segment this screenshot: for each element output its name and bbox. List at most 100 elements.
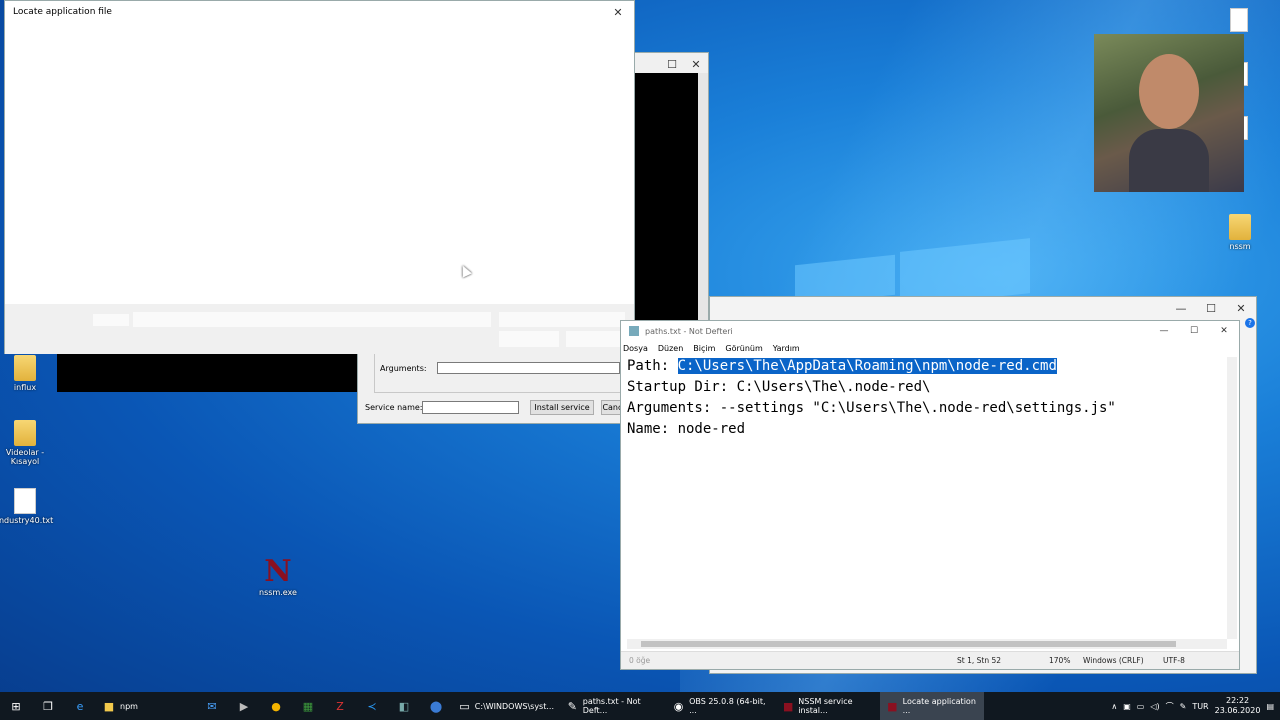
- chrome-icon: ●: [271, 699, 281, 713]
- chrome-button[interactable]: ●: [260, 692, 292, 720]
- notepad-text-area[interactable]: Path: C:\Users\The\AppData\Roaming\npm\n…: [627, 356, 1227, 636]
- console-body: [635, 73, 698, 323]
- app-icon: ◧: [398, 699, 410, 713]
- menu-help[interactable]: Yardım: [773, 344, 800, 353]
- nssm-icon: ■: [887, 699, 898, 713]
- maximize-icon[interactable]: ☐: [1179, 321, 1209, 341]
- task-view-button[interactable]: ❐: [32, 692, 64, 720]
- wallpaper-windows-logo: [795, 238, 1030, 307]
- windows-start-icon: ⊞: [11, 699, 21, 713]
- filename-label-placeholder: [93, 314, 129, 326]
- help-icon[interactable]: ?: [1245, 318, 1255, 328]
- media-icon: ▶: [239, 699, 249, 713]
- arguments-label: Arguments:: [380, 364, 427, 373]
- maximize-icon[interactable]: ☐: [1196, 297, 1226, 319]
- taskbar-item-nssm[interactable]: ■ NSSM service instal...: [776, 692, 880, 720]
- menu-format[interactable]: Biçim: [693, 344, 715, 353]
- spreadsheet-button[interactable]: ▦: [292, 692, 324, 720]
- horizontal-scrollbar-thumb[interactable]: [641, 641, 1176, 647]
- folder-icon: [14, 355, 36, 381]
- taskbar: ⊞ ❐ e ■ npm ✉ ▶ ● ▦ Z ≺ ◧ ⬤ ▭ C:\WINDOWS…: [0, 692, 1280, 720]
- nssm-icon: N: [264, 554, 292, 589]
- text-line-2: Startup Dir: C:\Users\The\.node-red\: [627, 379, 931, 395]
- dialog-footer: [5, 304, 634, 354]
- console-icon: ▭: [459, 699, 470, 713]
- status-items: 0 öğe: [629, 656, 651, 665]
- webcam-face: [1139, 54, 1199, 129]
- volume-icon[interactable]: ◁): [1150, 702, 1159, 711]
- mail-icon: ✉: [207, 699, 217, 713]
- obs-icon: ◉: [673, 699, 684, 713]
- desktop-icon-influx[interactable]: influx: [0, 355, 55, 392]
- taskbar-item-obs[interactable]: ◉ OBS 25.0.8 (64-bit, ...: [666, 692, 776, 720]
- start-button[interactable]: ⊞: [0, 692, 32, 720]
- desktop-icon-industry40[interactable]: industry40.txt: [0, 488, 55, 525]
- console-window[interactable]: ☐ ✕: [634, 52, 709, 323]
- arguments-input[interactable]: [437, 362, 620, 374]
- edge-icon: e: [76, 699, 84, 713]
- dialog-cancel-button[interactable]: [566, 331, 626, 347]
- mail-button[interactable]: ✉: [196, 692, 228, 720]
- filename-input[interactable]: [133, 312, 491, 327]
- service-name-input[interactable]: [422, 401, 519, 414]
- notepad-title: paths.txt - Not Defteri: [645, 326, 733, 336]
- filetype-select[interactable]: [499, 312, 625, 327]
- desktop-icon-nssm-exe[interactable]: N nssm.exe: [248, 554, 308, 598]
- maximize-icon[interactable]: ☐: [660, 53, 684, 75]
- status-zoom: 170%: [1049, 656, 1071, 665]
- nssm-icon: ■: [782, 699, 794, 713]
- wifi-icon[interactable]: ⌒: [1166, 701, 1174, 712]
- menu-view[interactable]: Görünüm: [725, 344, 762, 353]
- app-button[interactable]: ◧: [388, 692, 420, 720]
- desktop-icon-videolar[interactable]: Videolar - Kısayol: [0, 420, 55, 466]
- notification-icon[interactable]: ▤: [1266, 702, 1274, 711]
- install-service-button[interactable]: Install service: [530, 400, 594, 415]
- close-icon[interactable]: ✕: [1209, 321, 1239, 341]
- minimize-icon[interactable]: —: [1149, 321, 1179, 341]
- language-indicator[interactable]: TUR: [1192, 702, 1208, 711]
- tray-chevron-up-icon[interactable]: ∧: [1111, 702, 1117, 711]
- service-name-label: Service name:: [365, 403, 423, 412]
- pen-icon[interactable]: ✎: [1180, 702, 1187, 711]
- close-icon[interactable]: ✕: [684, 53, 708, 75]
- taskbar-item-cmd[interactable]: ▭ C:\WINDOWS\syst...: [452, 692, 560, 720]
- system-tray: ∧ ▣ ▭ ◁) ⌒ ✎ TUR 22:22 23.06.2020 ▤: [1111, 696, 1280, 716]
- notepad-window[interactable]: paths.txt - Not Defteri — ☐ ✕ Dosya Düze…: [620, 320, 1240, 670]
- taskbar-item-notepad[interactable]: ✎ paths.txt - Not Deft...: [560, 692, 666, 720]
- text-line-3: Arguments: --settings "C:\Users\The\.nod…: [627, 400, 1116, 416]
- battery-icon[interactable]: ▭: [1137, 702, 1145, 711]
- clock-time: 22:22: [1226, 696, 1250, 705]
- clock[interactable]: 22:22 23.06.2020: [1215, 696, 1261, 716]
- desktop-icon-nssm-folder[interactable]: nssm: [1210, 214, 1270, 251]
- close-icon[interactable]: ✕: [602, 1, 634, 23]
- notepad-icon: [629, 326, 639, 336]
- status-position: St 1, Stn 52: [957, 656, 1002, 665]
- video-folder-icon: [14, 420, 36, 446]
- folder-icon: [1229, 214, 1251, 240]
- text-file-icon: [14, 488, 36, 514]
- edge-button[interactable]: e: [64, 692, 96, 720]
- taskbar-item-locate-dialog[interactable]: ■ Locate application ...: [880, 692, 984, 720]
- vscode-button[interactable]: ≺: [356, 692, 388, 720]
- vertical-scrollbar[interactable]: [1227, 357, 1237, 639]
- menu-edit[interactable]: Düzen: [658, 344, 683, 353]
- maps-button[interactable]: ⬤: [420, 692, 452, 720]
- tray-app-icon[interactable]: ▣: [1123, 702, 1131, 711]
- folder-icon: ■: [103, 699, 115, 713]
- minimize-icon[interactable]: —: [1166, 297, 1196, 319]
- locate-application-dialog[interactable]: Locate application file ✕: [4, 0, 635, 354]
- status-encoding: UTF-8: [1163, 656, 1185, 665]
- filezilla-icon: Z: [336, 699, 344, 713]
- webcam-overlay: [1094, 34, 1244, 192]
- map-pin-icon: ⬤: [429, 699, 443, 713]
- media-button[interactable]: ▶: [228, 692, 260, 720]
- filezilla-button[interactable]: Z: [324, 692, 356, 720]
- close-icon[interactable]: ✕: [1226, 297, 1256, 319]
- horizontal-scrollbar[interactable]: [627, 639, 1227, 649]
- text-line-1: Path: C:\Users\The\AppData\Roaming\npm\n…: [627, 358, 1057, 374]
- console-scrollbar[interactable]: [698, 73, 708, 323]
- taskbar-item-npm[interactable]: ■ npm: [96, 692, 196, 720]
- task-view-icon: ❐: [43, 699, 53, 713]
- open-button[interactable]: [499, 331, 559, 347]
- menu-file[interactable]: Dosya: [623, 344, 648, 353]
